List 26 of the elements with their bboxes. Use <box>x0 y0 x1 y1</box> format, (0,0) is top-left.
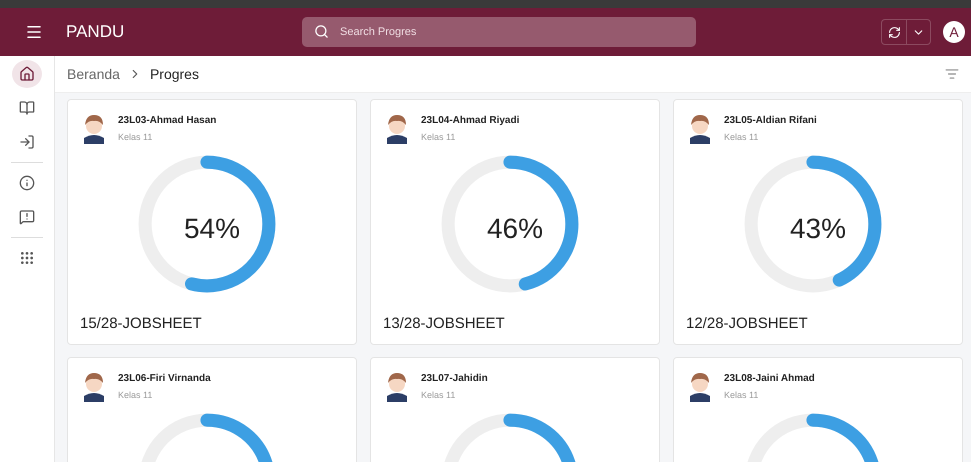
jobsheet-count: 13/28-JOBSHEET <box>383 315 506 332</box>
jobsheet-count: 15/28-JOBSHEET <box>80 315 203 332</box>
jobsheet-count: 12/28-JOBSHEET <box>686 315 809 332</box>
student-name: 23L05-Aldian Rifani <box>724 115 817 126</box>
student-class: Kelas 11 <box>724 390 760 400</box>
student-name: 23L07-Jahidin <box>421 373 488 384</box>
student-name: 23L06-Firi Virnanda <box>118 373 211 384</box>
progress-percent: 54% <box>184 213 240 245</box>
breadcrumb-item: Progres <box>150 66 199 82</box>
student-class: Kelas 11 <box>421 390 456 400</box>
student-class: Kelas 11 <box>421 132 456 142</box>
progress-percent: 46% <box>486 213 544 245</box>
student-name: 23L08-Jaini Ahmad <box>724 373 815 384</box>
student-name: 23L03-Ahmad Hasan <box>118 115 216 126</box>
home-icon[interactable] <box>12 60 42 88</box>
user-avatar[interactable]: A <box>943 21 965 43</box>
search-icon <box>314 24 329 39</box>
search-field[interactable]: Search Progres <box>302 17 696 47</box>
student-class: Kelas 11 <box>724 132 760 142</box>
progress-percent: 43% <box>790 213 846 245</box>
filter-icon[interactable] <box>945 67 959 81</box>
student-class: Kelas 11 <box>118 132 154 142</box>
student-class: Kelas 11 <box>118 390 154 400</box>
breadcrumb-item[interactable]: Beranda <box>67 66 120 82</box>
student-name: 23L04-Ahmad Riyadi <box>421 115 520 126</box>
app-title: PANDU <box>66 22 126 42</box>
